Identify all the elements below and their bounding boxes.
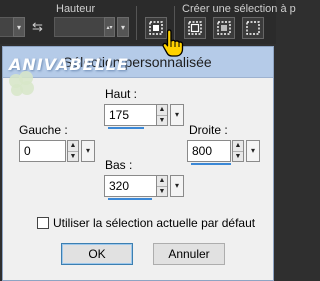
default-selection-label[interactable]: Utiliser la sélection actuelle par défau…	[53, 216, 255, 230]
selection-image-icon	[246, 21, 260, 35]
selection-opaque-icon	[217, 21, 231, 35]
haut-spinner[interactable]: ▲ ▼	[156, 104, 168, 126]
width-field[interactable]	[0, 17, 14, 37]
height-spinner[interactable]: ▴▾	[104, 17, 115, 37]
selection-from-image-button[interactable]	[242, 17, 264, 39]
droite-label: Droite :	[189, 123, 228, 137]
selection-from-layer-button[interactable]	[184, 17, 206, 39]
selection-layer-icon	[188, 21, 202, 35]
separator	[136, 6, 137, 40]
bas-dropdown[interactable]: ▾	[170, 175, 184, 197]
droite-dropdown[interactable]: ▾	[246, 140, 260, 162]
haut-dropdown[interactable]: ▾	[170, 104, 184, 126]
droite-input[interactable]: 800 ▲ ▼ ▾	[187, 140, 260, 165]
bas-input[interactable]: 320 ▲ ▼ ▾	[104, 175, 184, 200]
gauche-spinner[interactable]: ▲ ▼	[67, 140, 79, 162]
droite-value: 800	[192, 144, 213, 158]
cancel-button[interactable]: Annuler	[153, 243, 225, 265]
toolbar: ▾ ⇆ Hauteur ▴▾ ▾ Créer une sélection à p	[0, 0, 296, 44]
swap-icon[interactable]: ⇆	[32, 19, 43, 35]
bas-spinner[interactable]: ▲ ▼	[156, 175, 168, 197]
width-dropdown[interactable]: ▾	[13, 17, 25, 37]
bas-label: Bas :	[105, 158, 133, 172]
create-selection-label: Créer une sélection à p	[182, 3, 296, 15]
droite-underline	[191, 163, 231, 165]
ok-button[interactable]: OK	[61, 243, 133, 265]
haut-value: 175	[109, 108, 130, 122]
bas-value: 320	[109, 179, 130, 193]
default-selection-checkbox[interactable]	[37, 217, 49, 229]
custom-selection-dialog: Sélection personnalisée ANIVABELLE Haut …	[2, 46, 274, 281]
gauche-input[interactable]: 0 ▲ ▼ ▾	[19, 140, 95, 162]
droite-spinner[interactable]: ▲ ▼	[232, 140, 244, 162]
selection-from-opaque-button[interactable]	[213, 17, 235, 39]
gauche-value: 0	[24, 144, 31, 158]
gauche-label: Gauche :	[19, 123, 68, 137]
bas-underline	[108, 198, 152, 200]
clover-icon	[9, 71, 34, 96]
haut-underline	[108, 127, 144, 129]
height-dropdown[interactable]: ▾	[117, 17, 129, 37]
haut-label: Haut :	[105, 87, 138, 101]
height-label: Hauteur	[56, 3, 96, 15]
haut-input[interactable]: 175 ▲ ▼ ▾	[104, 104, 184, 129]
gauche-dropdown[interactable]: ▾	[81, 140, 95, 162]
hand-cursor-icon	[162, 29, 184, 57]
